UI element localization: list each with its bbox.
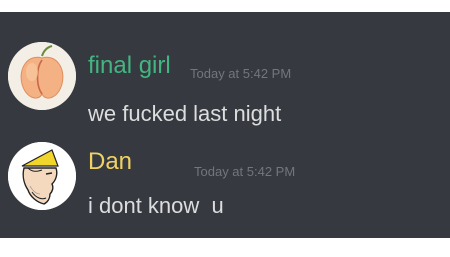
peach-avatar-icon[interactable] <box>8 42 76 110</box>
message: final girl Today at 5:42 PM we fucked la… <box>0 26 450 126</box>
message-content: we fucked last night <box>88 101 282 126</box>
message-content: i dont know u <box>88 193 224 218</box>
username[interactable]: final girl <box>88 52 171 80</box>
chad-yellow-hat-avatar-icon[interactable] <box>8 142 76 210</box>
message-timestamp: Today at 5:42 PM <box>190 66 292 81</box>
message: Dan Today at 5:42 PM i dont know u <box>0 134 450 234</box>
username[interactable]: Dan <box>88 148 132 176</box>
message-timestamp: Today at 5:42 PM <box>194 164 296 179</box>
chat-panel: final girl Today at 5:42 PM we fucked la… <box>0 12 450 238</box>
